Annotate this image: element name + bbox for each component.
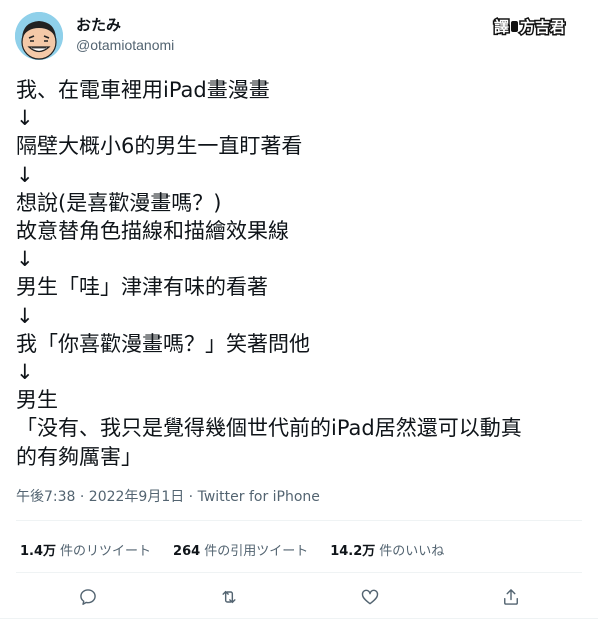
watermark-left-text: 譯 <box>492 17 510 38</box>
tweet-text: 我、在電車裡用iPad畫漫畫 ↓ 隔壁大概小6的男生一直盯著看 ↓ 想說(是喜歡… <box>16 76 586 471</box>
quotes-count: 264 <box>173 544 201 559</box>
watermark-right-text: 方吉君 <box>519 17 567 38</box>
quotes-stat[interactable]: 264 件の引用ツイート <box>173 540 308 559</box>
tweet-line: ↓ <box>16 106 34 131</box>
likes-stat[interactable]: 14.2万 件のいいね <box>330 540 444 559</box>
avatar[interactable] <box>15 12 63 60</box>
engagement-stats: 1.4万 件のリツイート 264 件の引用ツイート 14.2万 件のいいね <box>20 540 466 559</box>
quotes-label: 件の引用ツイート <box>204 544 309 559</box>
watermark-separator <box>511 21 519 32</box>
tweet-line: ↓ <box>16 303 34 328</box>
heart-icon <box>361 589 379 605</box>
reply-button[interactable] <box>77 586 99 608</box>
divider <box>16 572 582 573</box>
tweet-line: 男生「哇」津津有味的看著 <box>16 275 268 300</box>
share-icon <box>504 589 518 605</box>
tweet-line: ↓ <box>16 247 34 272</box>
tweet-line: 的有夠厲害」 <box>16 444 142 469</box>
likes-label: 件のいいね <box>379 544 445 559</box>
tweet-line: 想說(是喜歡漫畫嗎？) <box>16 190 222 215</box>
tweet-line: 隔壁大概小6的男生一直盯著看 <box>16 134 303 159</box>
like-button[interactable] <box>359 586 381 608</box>
retweets-count: 1.4万 <box>20 544 57 559</box>
tweet-line: 男生 <box>16 388 58 413</box>
translator-watermark: 譯 方吉君 <box>492 16 567 38</box>
retweets-stat[interactable]: 1.4万 件のリツイート <box>20 540 151 559</box>
divider <box>16 520 582 521</box>
tweet-line: 「没有、我只是覺得幾個世代前的iPad居然還可以動真 <box>16 416 522 441</box>
divider <box>0 618 598 619</box>
reply-icon <box>80 589 96 605</box>
retweet-icon <box>222 590 236 604</box>
retweet-button[interactable] <box>218 586 240 608</box>
avatar-face-image <box>15 12 63 60</box>
tweet-line: 我「你喜歡漫畫嗎？」笑著問他 <box>16 331 310 356</box>
share-button[interactable] <box>500 586 522 608</box>
tweet-line: ↓ <box>16 162 34 187</box>
retweets-label: 件のリツイート <box>60 544 152 559</box>
tweet-timestamp[interactable]: 午後7:38 · 2022年9月1日 · Twitter for iPhone <box>16 486 320 506</box>
author-display-name[interactable]: おたみ <box>76 14 121 35</box>
likes-count: 14.2万 <box>330 544 376 559</box>
tweet-line: 故意替角色描線和描繪效果線 <box>16 219 289 244</box>
tweet-line: 我、在電車裡用iPad畫漫畫 <box>16 78 270 102</box>
tweet-line: ↓ <box>16 360 34 385</box>
author-handle[interactable]: @otamiotanomi <box>76 37 174 53</box>
